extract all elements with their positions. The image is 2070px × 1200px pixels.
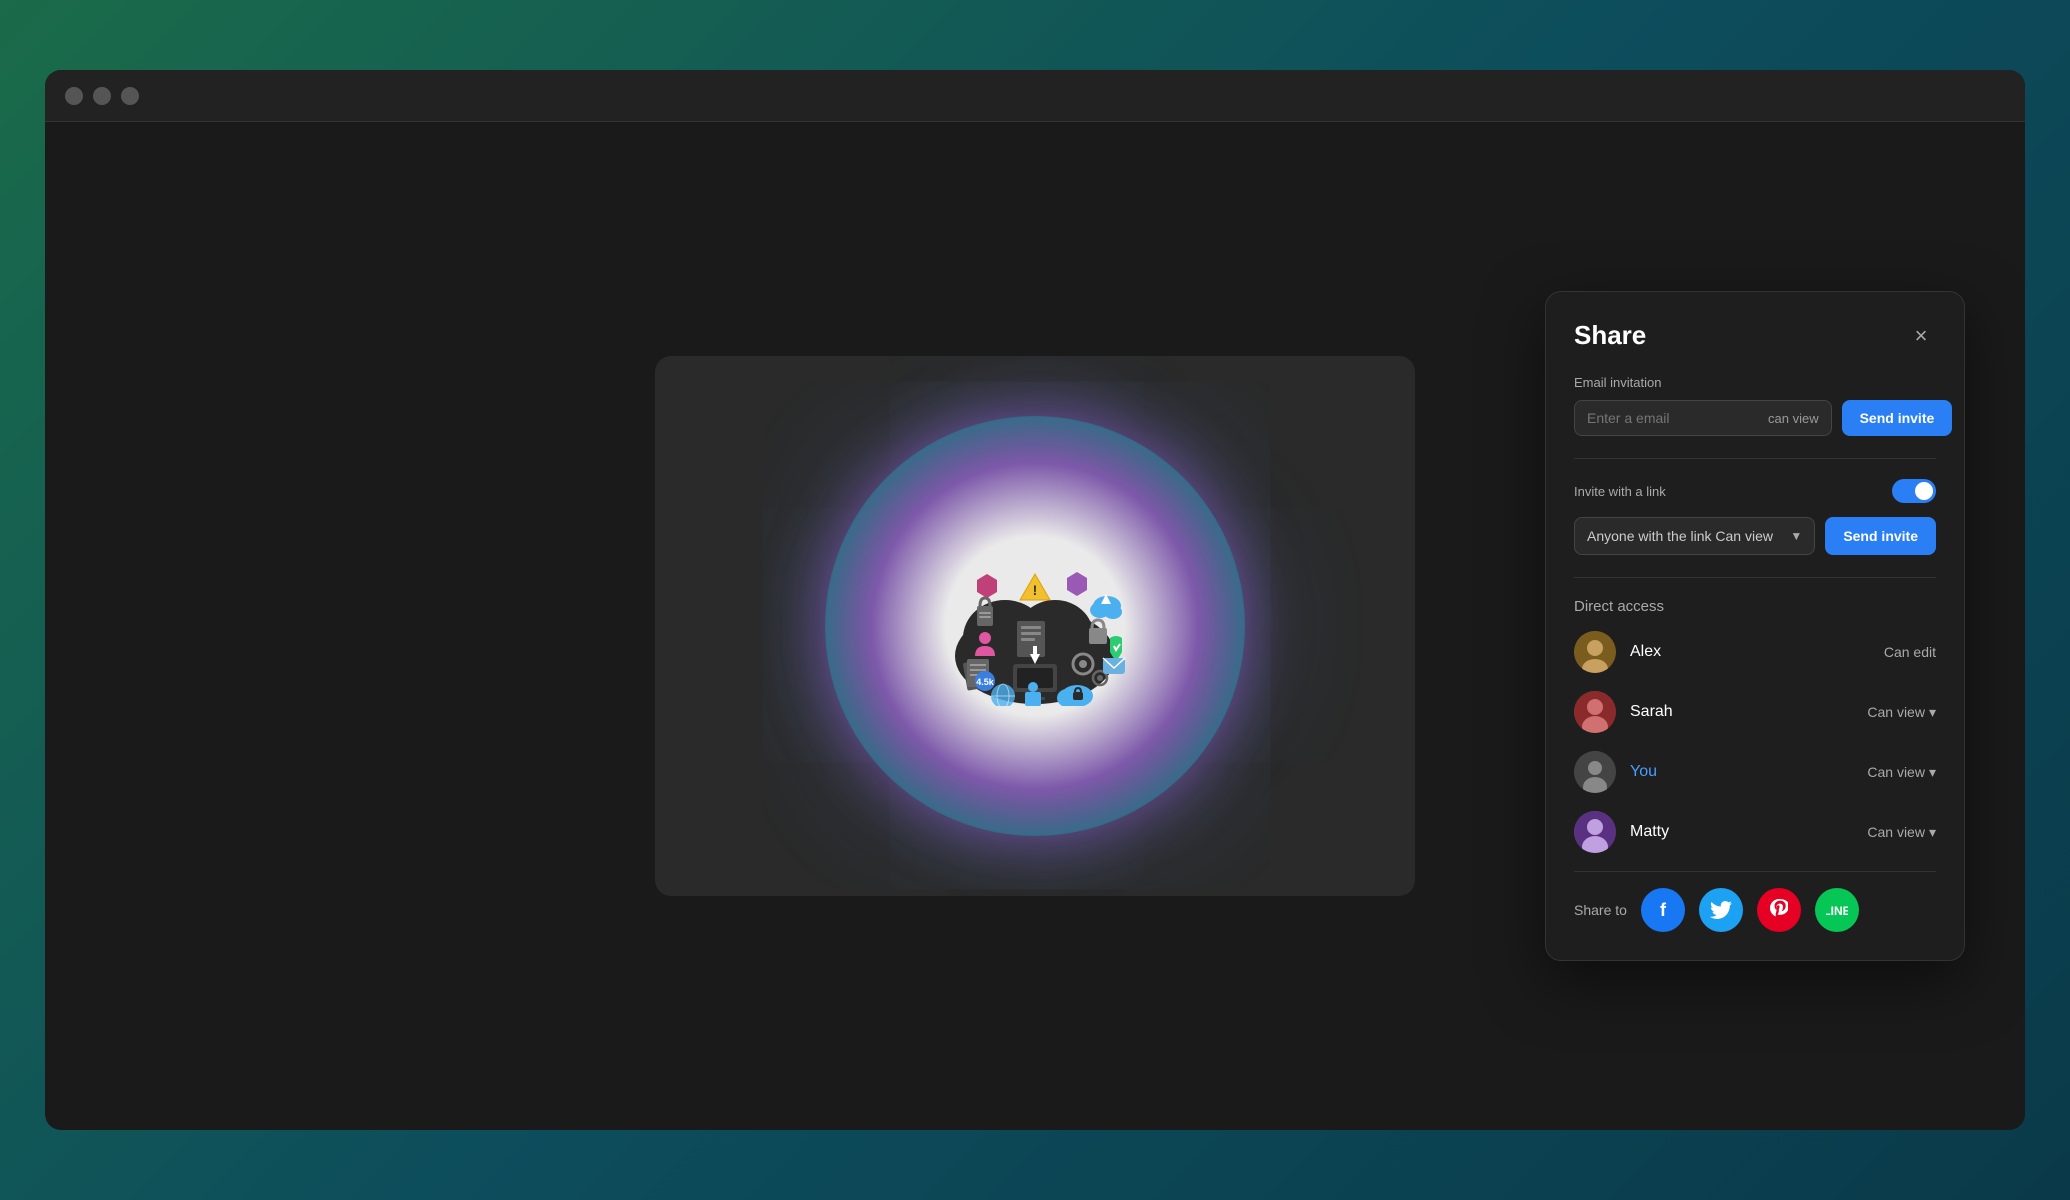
permission-sarah[interactable]: Can view ▾ <box>1867 704 1936 721</box>
titlebar <box>45 70 2025 122</box>
send-invite-link-button[interactable]: Send invite <box>1825 517 1936 555</box>
email-invitation-label: Email invitation <box>1574 375 1936 390</box>
avatar-alex <box>1574 631 1616 673</box>
share-to-row: Share to f LINE <box>1574 871 1936 932</box>
cloud-svg: ! <box>925 546 1145 706</box>
chevron-down-icon: ▼ <box>1790 529 1802 543</box>
panel-title: Share <box>1574 320 1646 351</box>
can-view-badge: can view <box>1768 411 1819 426</box>
maximize-traffic-light[interactable] <box>121 87 139 105</box>
user-name-sarah: Sarah <box>1630 703 1867 721</box>
invite-link-label: Invite with a link <box>1574 484 1666 499</box>
email-input[interactable] <box>1587 410 1768 426</box>
direct-access-label: Direct access <box>1574 598 1936 615</box>
avatar-matty <box>1574 811 1616 853</box>
user-row-sarah: Sarah Can view ▾ <box>1574 691 1936 733</box>
link-row: Anyone with the link Can view ▼ Send inv… <box>1574 517 1936 555</box>
link-dropdown[interactable]: Anyone with the link Can view ▼ <box>1574 517 1815 555</box>
email-input-wrapper: can view <box>1574 400 1832 436</box>
send-invite-email-button[interactable]: Send invite <box>1842 400 1953 436</box>
user-row-you: You Can view ▾ <box>1574 751 1936 793</box>
panel-header: Share × <box>1574 320 1936 351</box>
traffic-lights <box>65 87 139 105</box>
minimize-traffic-light[interactable] <box>93 87 111 105</box>
chevron-down-icon: ▾ <box>1929 824 1936 841</box>
close-button[interactable]: × <box>1906 321 1936 351</box>
cloud-illustration: ! <box>805 396 1265 856</box>
user-row-alex: Alex Can edit <box>1574 631 1936 673</box>
pinterest-button[interactable] <box>1757 888 1801 932</box>
user-row-matty: Matty Can view ▾ <box>1574 811 1936 853</box>
preview-card: ! <box>655 356 1415 896</box>
main-window: ! <box>45 70 2025 1130</box>
link-dropdown-value: Anyone with the link Can view <box>1587 528 1773 544</box>
facebook-button[interactable]: f <box>1641 888 1685 932</box>
email-invitation-row: can view Send invite <box>1574 400 1936 436</box>
svg-text:LINE: LINE <box>1826 904 1848 918</box>
avatar-sarah <box>1574 691 1616 733</box>
orb: ! <box>825 416 1245 836</box>
permission-you[interactable]: Can view ▾ <box>1867 764 1936 781</box>
permission-alex: Can edit <box>1884 644 1936 660</box>
invite-link-toggle[interactable] <box>1892 479 1936 503</box>
chevron-down-icon: ▾ <box>1929 704 1936 721</box>
svg-text:!: ! <box>1033 582 1038 598</box>
invite-link-header: Invite with a link <box>1574 479 1936 503</box>
svg-text:4.5k: 4.5k <box>976 677 995 687</box>
permission-matty[interactable]: Can view ▾ <box>1867 824 1936 841</box>
share-to-label: Share to <box>1574 902 1627 918</box>
line-button[interactable]: LINE <box>1815 888 1859 932</box>
content-area: ! <box>45 122 2025 1130</box>
chevron-down-icon: ▾ <box>1929 764 1936 781</box>
user-name-alex: Alex <box>1630 643 1884 661</box>
user-name-matty: Matty <box>1630 823 1867 841</box>
divider-2 <box>1574 577 1936 578</box>
divider-1 <box>1574 458 1936 459</box>
close-traffic-light[interactable] <box>65 87 83 105</box>
avatar-you <box>1574 751 1616 793</box>
user-name-you: You <box>1630 763 1867 781</box>
share-panel: Share × Email invitation can view Send i… <box>1545 291 1965 961</box>
twitter-button[interactable] <box>1699 888 1743 932</box>
